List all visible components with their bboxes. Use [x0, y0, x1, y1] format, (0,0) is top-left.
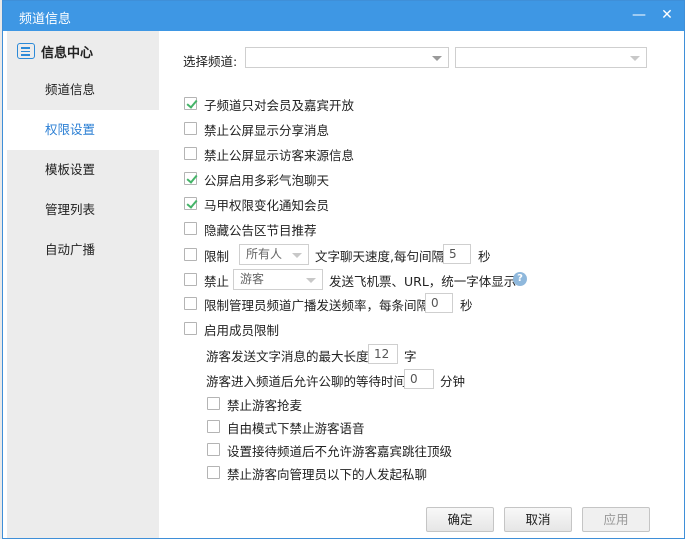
- ban-guest-voice-label: 自由模式下禁止游客语音: [227, 421, 365, 436]
- sidebar-item-channel-info[interactable]: 频道信息: [7, 70, 159, 110]
- chevron-down-icon: [292, 253, 302, 258]
- close-icon[interactable]: ✕: [659, 7, 675, 23]
- max-length-text: 游客发送文字消息的最大长度: [206, 349, 369, 364]
- option-ban-visitor-source-label: 禁止公屏显示访客来源信息: [204, 148, 355, 163]
- ban-guest-mic-label: 禁止游客抢麦: [227, 398, 303, 413]
- channel-select-primary[interactable]: [245, 47, 449, 68]
- ban-guest-private-chat-label: 禁止游客向管理员以下的人发起私聊: [227, 467, 428, 482]
- apply-button[interactable]: 应用: [582, 507, 650, 532]
- sidebar-item-admin-list[interactable]: 管理列表: [7, 190, 159, 230]
- ban-guest-private-chat-checkbox[interactable]: [207, 466, 220, 479]
- admin-broadcast-text: 限制管理员频道广播发送频率，每条间隔: [204, 298, 430, 313]
- sidebar-item-label: 模板设置: [45, 162, 96, 177]
- option-vest-notify-checkbox[interactable]: [184, 197, 197, 210]
- admin-broadcast-checkbox[interactable]: [184, 297, 197, 310]
- limit-speed-checkbox[interactable]: [184, 248, 197, 261]
- channel-info-window: 频道信息 — ✕ 信息中心 频道信息 权限设置 模板设置 管理列表 自动广播 选…: [2, 0, 685, 539]
- title-bar[interactable]: 频道信息 — ✕: [3, 1, 684, 31]
- chevron-down-icon: [306, 278, 316, 283]
- option-ban-visitor-source-checkbox[interactable]: [184, 147, 197, 160]
- option-ban-share-label: 禁止公屏显示分享消息: [204, 123, 330, 138]
- limit-speed-target-value: 所有人: [246, 247, 283, 261]
- sidebar-item-label: 频道信息: [45, 82, 96, 97]
- limit-speed-prefix: 限制: [204, 249, 230, 264]
- max-length-unit: 字: [404, 349, 417, 364]
- limit-speed-text: 文字聊天速度,每句间隔: [315, 249, 444, 264]
- option-ban-share-checkbox[interactable]: [184, 122, 197, 135]
- sidebar-item-label: 自动广播: [45, 242, 96, 257]
- sidebar-item-templates[interactable]: 模板设置: [7, 150, 159, 190]
- ok-button[interactable]: 确定: [426, 507, 494, 532]
- member-limit-checkbox[interactable]: [184, 322, 197, 335]
- option-bubble-chat-checkbox[interactable]: [184, 172, 197, 185]
- ban-flight-prefix: 禁止: [204, 274, 230, 289]
- wait-time-text: 游客进入频道后允许公聊的等待时间: [206, 374, 407, 389]
- limit-speed-interval-input[interactable]: 5: [443, 244, 471, 264]
- sidebar-item-label: 权限设置: [45, 122, 96, 137]
- sidebar-item-permissions[interactable]: 权限设置: [7, 110, 159, 150]
- option-members-only-checkbox[interactable]: [184, 97, 197, 110]
- ban-flight-target-select[interactable]: 游客: [233, 269, 323, 290]
- info-center-icon: [17, 43, 35, 59]
- option-members-only-label: 子频道只对会员及嘉宾开放: [204, 98, 355, 113]
- ban-flight-text: 发送飞机票、URL，统一字体显示: [329, 274, 517, 289]
- minimize-icon[interactable]: —: [631, 7, 647, 23]
- chevron-down-icon: [432, 56, 442, 61]
- sidebar-item-label: 管理列表: [45, 202, 96, 217]
- admin-broadcast-interval-input[interactable]: 0: [425, 293, 453, 313]
- wait-time-input[interactable]: 0: [404, 369, 434, 389]
- limit-speed-unit: 秒: [478, 249, 491, 264]
- ban-guest-voice-checkbox[interactable]: [207, 420, 220, 433]
- wait-time-unit: 分钟: [440, 374, 466, 389]
- window-title: 频道信息: [19, 12, 72, 27]
- sidebar: 信息中心 频道信息 权限设置 模板设置 管理列表 自动广播: [7, 31, 159, 538]
- member-limit-label: 启用成员限制: [204, 323, 280, 338]
- option-hide-recommend-label: 隐藏公告区节目推荐: [204, 223, 317, 238]
- ban-guest-jump-checkbox[interactable]: [207, 443, 220, 456]
- sidebar-header-label: 信息中心: [41, 45, 94, 61]
- channel-select-label: 选择频道:: [183, 54, 238, 69]
- channel-select-secondary[interactable]: [455, 47, 647, 68]
- ban-flight-target-value: 游客: [240, 272, 265, 286]
- limit-speed-target-select[interactable]: 所有人: [239, 244, 309, 265]
- sidebar-item-auto-broadcast[interactable]: 自动广播: [7, 230, 159, 270]
- help-icon[interactable]: ?: [513, 272, 527, 286]
- permissions-panel: 选择频道: 子频道只对会员及嘉宾开放 禁止公屏显示分享消息 禁止公屏显示访客来源…: [159, 31, 684, 538]
- sidebar-header: 信息中心: [17, 41, 93, 61]
- ban-guest-mic-checkbox[interactable]: [207, 397, 220, 410]
- max-length-input[interactable]: 12: [368, 344, 398, 364]
- ban-flight-checkbox[interactable]: [184, 273, 197, 286]
- admin-broadcast-unit: 秒: [460, 298, 473, 313]
- ban-guest-jump-label: 设置接待频道后不允许游客嘉宾跳往顶级: [227, 444, 453, 459]
- option-hide-recommend-checkbox[interactable]: [184, 222, 197, 235]
- cancel-button[interactable]: 取消: [504, 507, 572, 532]
- chevron-down-icon: [630, 56, 640, 61]
- option-vest-notify-label: 马甲权限变化通知会员: [204, 198, 330, 213]
- option-bubble-chat-label: 公屏启用多彩气泡聊天: [204, 173, 330, 188]
